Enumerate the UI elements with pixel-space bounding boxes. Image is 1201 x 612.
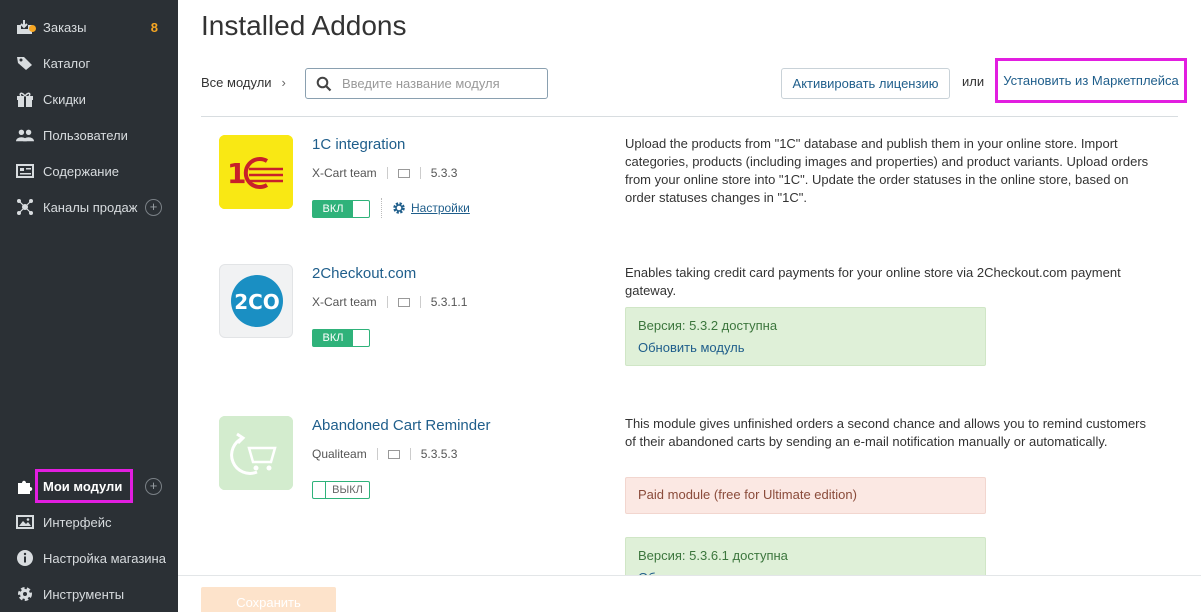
- module-description: This module gives unfinished orders a se…: [625, 416, 1146, 449]
- install-from-marketplace-link[interactable]: Установить из Маркетплейса: [995, 58, 1187, 103]
- gift-icon: [16, 90, 34, 108]
- add-channel-button[interactable]: +: [145, 198, 162, 216]
- separator: [419, 167, 421, 179]
- divider: [201, 116, 1178, 117]
- separator: [376, 448, 378, 460]
- mail-icon[interactable]: [387, 449, 400, 459]
- logo-text: 2CO: [234, 290, 280, 314]
- search-box[interactable]: [305, 68, 548, 99]
- module-enable-toggle[interactable]: ВЫКЛ: [312, 481, 370, 499]
- image-icon: [16, 513, 34, 531]
- info-icon: [16, 549, 34, 567]
- sidebar-item-discounts[interactable]: Скидки: [0, 81, 178, 117]
- update-module-link[interactable]: Обновить модуль: [638, 337, 973, 359]
- separator: [386, 296, 388, 308]
- puzzle-icon: [16, 477, 34, 495]
- add-module-button[interactable]: +: [145, 477, 162, 495]
- module-description: Upload the products from "1C" database a…: [625, 136, 1149, 205]
- separator: [409, 448, 411, 460]
- sidebar-item-label: Скидки: [43, 91, 86, 107]
- module-settings-link[interactable]: Настройки: [381, 198, 470, 218]
- sidebar-item-label: Содержание: [43, 163, 119, 179]
- mail-icon[interactable]: [397, 297, 410, 307]
- module-enable-toggle[interactable]: ВКЛ: [312, 329, 370, 347]
- sidebar-item-orders[interactable]: Заказы 8: [0, 9, 178, 45]
- module-version: 5.3.1.1: [430, 295, 468, 309]
- sidebar-item-label: Мои модули: [43, 478, 123, 494]
- update-available-text: Версия: 5.3.2 доступна: [638, 318, 778, 333]
- module-logo-1c: 1: [219, 135, 293, 209]
- toggle-state-label: ВКЛ: [313, 330, 353, 346]
- sidebar-item-label: Заказы: [43, 19, 87, 35]
- sidebar-item-label: Инструменты: [43, 586, 125, 602]
- sidebar-item-tools[interactable]: Инструменты: [0, 576, 178, 612]
- search-icon: [316, 76, 332, 91]
- module-title-link[interactable]: 2Checkout.com: [312, 265, 416, 282]
- module-version: 5.3.5.3: [420, 447, 458, 461]
- tag-icon: [16, 54, 34, 72]
- module-meta: Qualiteam 5.3.5.3: [312, 447, 457, 461]
- search-input[interactable]: [342, 76, 542, 91]
- sidebar-item-label: Интерфейс: [43, 514, 112, 530]
- activate-license-button[interactable]: Активировать лицензию: [781, 68, 950, 99]
- module-logo-abandoned-cart: [219, 416, 293, 490]
- breadcrumb-all-modules[interactable]: Все модули: [201, 75, 272, 90]
- gear-icon: [393, 202, 405, 214]
- module-version: 5.3.3: [430, 166, 458, 180]
- paid-module-notice: Paid module (free for Ultimate edition): [625, 477, 986, 514]
- settings-label: Настройки: [411, 201, 470, 215]
- sidebar-item-interface[interactable]: Интерфейс: [0, 504, 178, 540]
- sidebar-item-my-modules[interactable]: Мои модули +: [0, 468, 178, 504]
- module-author: Qualiteam: [312, 447, 367, 461]
- toggle-state-label: ВКЛ: [313, 201, 353, 217]
- sidebar-item-users[interactable]: Пользователи: [0, 117, 178, 153]
- sidebar-item-sales-channels[interactable]: Каналы продаж +: [0, 189, 178, 225]
- chevron-right-icon: ›: [281, 75, 286, 90]
- page-title: Installed Addons: [201, 10, 407, 41]
- module-author: X-Cart team: [312, 166, 377, 180]
- module-description: Enables taking credit card payments for …: [625, 265, 1121, 298]
- content-icon: [16, 162, 34, 180]
- module-meta: X-Cart team 5.3.1.1: [312, 295, 467, 309]
- save-button[interactable]: Сохранить: [201, 587, 336, 612]
- breadcrumb[interactable]: Все модули ›: [201, 75, 286, 90]
- sticky-footer: Сохранить: [178, 575, 1201, 612]
- channels-icon: [16, 198, 34, 216]
- gear-icon: [16, 585, 34, 603]
- sidebar-item-label: Каталог: [43, 55, 91, 71]
- sidebar: Заказы 8 Каталог Скидки Пользователи Сод…: [0, 0, 178, 612]
- mail-icon[interactable]: [397, 168, 410, 178]
- sidebar-item-catalog[interactable]: Каталог: [0, 45, 178, 81]
- update-notice: Версия: 5.3.2 доступна Обновить модуль: [625, 307, 986, 366]
- module-title-link[interactable]: Abandoned Cart Reminder: [312, 417, 490, 434]
- module-logo-2checkout: 2CO: [219, 264, 293, 338]
- sidebar-item-label: Каналы продаж: [43, 199, 138, 215]
- sidebar-item-label: Пользователи: [43, 127, 128, 143]
- sidebar-item-store-setup[interactable]: Настройка магазина: [0, 540, 178, 576]
- paid-module-text: Paid module (free for Ultimate edition): [638, 487, 857, 502]
- notification-dot: [29, 25, 36, 32]
- sidebar-item-content[interactable]: Содержание: [0, 153, 178, 189]
- toggle-state-label: ВЫКЛ: [332, 484, 363, 496]
- module-title-link[interactable]: 1C integration: [312, 136, 405, 153]
- separator: [419, 296, 421, 308]
- module-author: X-Cart team: [312, 295, 377, 309]
- orders-count-badge: 8: [150, 19, 158, 35]
- update-available-text: Версия: 5.3.6.1 доступна: [638, 548, 788, 563]
- toggle-knob: [313, 482, 326, 498]
- users-icon: [16, 126, 34, 144]
- separator: [386, 167, 388, 179]
- module-meta: X-Cart team 5.3.3: [312, 166, 457, 180]
- sidebar-item-label: Настройка магазина: [43, 550, 166, 566]
- module-enable-toggle[interactable]: ВКЛ: [312, 200, 370, 218]
- or-label: или: [962, 74, 985, 89]
- main-content: Installed Addons Все модули › Активирова…: [178, 0, 1201, 612]
- svg-text:1: 1: [227, 157, 246, 190]
